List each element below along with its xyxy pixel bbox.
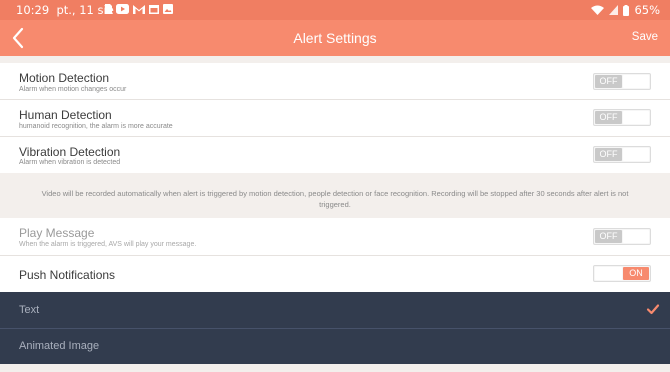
status-time-date: 10:29 pt., 11 sie xyxy=(16,3,114,17)
checkmark-icon xyxy=(646,304,660,315)
setting-description: When the alarm is triggered, AVS will pl… xyxy=(19,241,197,248)
notification-icons xyxy=(105,4,173,14)
setting-human-detection: Human Detection humanoid recognition, th… xyxy=(0,100,670,136)
status-bar: 10:29 pt., 11 sie 65% xyxy=(0,0,670,20)
youtube-icon xyxy=(116,4,129,14)
sim-icon xyxy=(105,4,112,14)
setting-label: Play Message xyxy=(19,226,95,240)
recording-note: Video will be recorded automatically whe… xyxy=(0,173,670,218)
system-icons: 65% xyxy=(591,3,660,17)
setting-description: Alarm when motion changes occur xyxy=(19,86,127,93)
setting-label: Push Notifications xyxy=(19,268,116,282)
signal-icon xyxy=(609,5,619,15)
setting-label: Vibration Detection xyxy=(19,145,121,159)
setting-play-message: Play Message When the alarm is triggered… xyxy=(0,218,670,255)
setting-label: Motion Detection xyxy=(19,71,110,85)
app-bar: Alert Settings Save xyxy=(0,20,670,56)
toggle-state: OFF xyxy=(595,230,622,243)
push-notifications-toggle[interactable]: ON xyxy=(593,265,651,282)
calendar-icon xyxy=(149,5,159,14)
motion-detection-toggle[interactable]: OFF xyxy=(593,73,651,90)
setting-description: humanoid recognition, the alarm is more … xyxy=(19,123,173,130)
bottom-strip xyxy=(0,364,670,372)
human-detection-toggle[interactable]: OFF xyxy=(593,109,651,126)
play-message-toggle[interactable]: OFF xyxy=(593,228,651,245)
sheet-option-text[interactable]: Text xyxy=(0,292,670,328)
message-type-sheet: Text Animated Image xyxy=(0,292,670,364)
sheet-option-label: Text xyxy=(19,304,40,316)
gallery-icon xyxy=(163,4,173,14)
toggle-state: OFF xyxy=(595,111,622,124)
sheet-option-label: Animated Image xyxy=(19,340,100,352)
setting-motion-detection: Motion Detection Alarm when motion chang… xyxy=(0,63,670,99)
gmail-icon xyxy=(133,5,145,14)
setting-label: Human Detection xyxy=(19,108,112,122)
toggle-state: OFF xyxy=(595,148,622,161)
recording-note-text: Video will be recorded automatically whe… xyxy=(41,189,629,209)
wifi-icon xyxy=(591,5,605,15)
toggle-state: OFF xyxy=(595,75,622,88)
sheet-option-animated-image[interactable]: Animated Image xyxy=(0,329,670,365)
page-title: Alert Settings xyxy=(293,30,377,46)
setting-vibration-detection: Vibration Detection Alarm when vibration… xyxy=(0,137,670,173)
battery-icon xyxy=(623,4,630,16)
setting-description: Alarm when vibration is detected xyxy=(19,159,121,166)
setting-push-notifications: Push Notifications ON xyxy=(0,256,670,292)
battery-percent: 65% xyxy=(634,3,660,17)
vibration-detection-toggle[interactable]: OFF xyxy=(593,146,651,163)
save-button[interactable]: Save xyxy=(632,31,658,43)
toggle-state: ON xyxy=(623,267,649,280)
